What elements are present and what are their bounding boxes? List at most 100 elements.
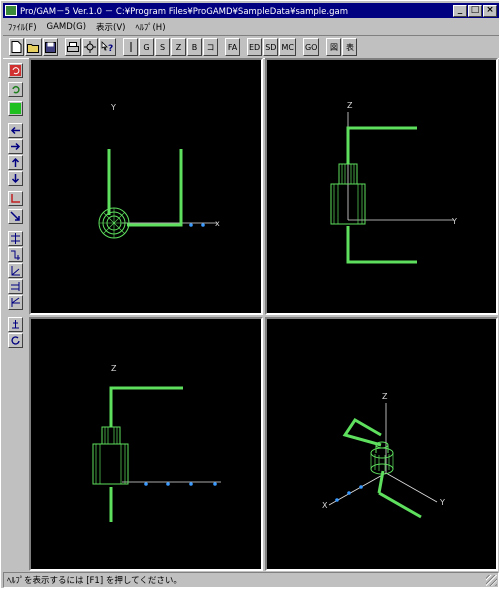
- anchor-tool-button[interactable]: [8, 317, 23, 332]
- menu-help[interactable]: ﾍﾙﾌﾟ(H): [130, 21, 170, 33]
- rotate-icon: [10, 65, 21, 76]
- node-marker: [201, 223, 205, 227]
- new-file-button[interactable]: [9, 38, 24, 56]
- z-axis-label: Z: [382, 392, 388, 401]
- ed-button[interactable]: ED: [247, 38, 263, 56]
- node-marker: [189, 223, 193, 227]
- reset-view-button[interactable]: [8, 333, 23, 348]
- corner-tool-button[interactable]: [8, 191, 23, 206]
- align-tool-2-button[interactable]: [8, 247, 23, 262]
- green-block-icon: [10, 103, 21, 114]
- node-marker: [359, 485, 363, 489]
- menu-gamd[interactable]: GAMD(G): [42, 22, 92, 32]
- mc-button[interactable]: MC: [279, 38, 296, 56]
- move-left-button[interactable]: [8, 123, 23, 138]
- z-button[interactable]: Z: [171, 38, 186, 56]
- pipe-lower: [346, 226, 417, 264]
- fa-button[interactable]: FA: [225, 38, 240, 56]
- y-axis-label: Y: [110, 103, 116, 112]
- node-marker: [189, 482, 193, 486]
- branch-tool-icon: [11, 297, 20, 307]
- align-tool-4-button[interactable]: [8, 279, 23, 294]
- help-button[interactable]: ?: [99, 38, 116, 56]
- pipe-upper: [342, 417, 382, 447]
- solid-view-button[interactable]: [8, 101, 23, 116]
- help-pointer-icon: ?: [101, 41, 113, 53]
- move-up-button[interactable]: [8, 155, 23, 170]
- z-axis-label: Z: [347, 101, 353, 110]
- maximize-button[interactable]: □: [468, 4, 482, 17]
- pipe-right-route: [127, 149, 183, 227]
- y-axis-label: Y: [439, 498, 445, 507]
- menu-bar: ﾌｧｲﾙ(F) GAMD(G) 表示(V) ﾍﾙﾌﾟ(H): [3, 19, 499, 34]
- y-axis-label: Y: [451, 217, 457, 226]
- isometric-view-canvas: Z X Y: [322, 392, 445, 519]
- print-button[interactable]: [65, 38, 81, 56]
- y-axis-line: [385, 472, 438, 503]
- diagonal-tool-button[interactable]: [8, 209, 23, 224]
- b-button[interactable]: B: [187, 38, 202, 56]
- node-marker: [335, 498, 339, 502]
- left-tool-column: [3, 61, 27, 569]
- menu-view[interactable]: 表示(V): [91, 21, 130, 33]
- toolbar: ? G S Z B コ FA ED SD MC GO 図 表: [3, 35, 499, 59]
- save-button[interactable]: [43, 38, 58, 56]
- x-axis-label: X: [322, 501, 328, 510]
- anchor-icon: [12, 320, 19, 329]
- arrow-up-icon: [11, 157, 20, 167]
- refresh-icon: [12, 85, 20, 94]
- title-bar[interactable]: Pro/GAM－5 Ver.1.0 － C:¥Program Files¥Pro…: [3, 3, 499, 18]
- resize-grip-icon[interactable]: [486, 575, 497, 586]
- x-axis-label: x: [215, 219, 220, 228]
- node-marker: [166, 482, 170, 486]
- valve-circle: [98, 207, 130, 239]
- pipe-lower: [377, 470, 422, 519]
- arrow-down-icon: [11, 174, 20, 184]
- figure-button[interactable]: 図: [326, 38, 342, 56]
- node-marker: [347, 491, 351, 495]
- viewport-top-left[interactable]: Y x: [29, 58, 263, 315]
- rotate-green-button[interactable]: [8, 82, 23, 97]
- minimize-button[interactable]: _: [453, 4, 467, 17]
- side-view-canvas: Z Y: [330, 101, 457, 264]
- arrow-diagonal-icon: [10, 211, 20, 221]
- sd-button[interactable]: SD: [263, 38, 279, 56]
- viewport-bottom-left[interactable]: Z: [29, 317, 263, 571]
- grid-tool-icon: [11, 233, 20, 244]
- node-marker: [213, 482, 217, 486]
- table-button[interactable]: 表: [342, 38, 358, 56]
- open-file-button[interactable]: [25, 38, 42, 56]
- close-button[interactable]: ×: [483, 4, 497, 17]
- app-icon[interactable]: [5, 5, 17, 16]
- front-view-canvas: Z: [92, 364, 221, 522]
- g-button[interactable]: G: [139, 38, 154, 56]
- align-tool-5-button[interactable]: [8, 295, 23, 310]
- new-file-icon: [11, 41, 22, 53]
- corner-icon: [11, 194, 20, 203]
- go-button[interactable]: GO: [302, 38, 320, 56]
- menu-file[interactable]: ﾌｧｲﾙ(F): [3, 21, 42, 33]
- s-button[interactable]: S: [155, 38, 170, 56]
- vertical-line-icon: [130, 42, 131, 52]
- settings-button[interactable]: [82, 38, 98, 56]
- valve-body: [370, 441, 394, 475]
- angle-tool-icon: [11, 266, 20, 276]
- move-down-button[interactable]: [8, 171, 23, 186]
- align-tool-1-button[interactable]: [8, 231, 23, 246]
- viewport-top-right[interactable]: Z Y: [265, 58, 498, 315]
- pipe-upper: [109, 386, 183, 427]
- rotate-red-button[interactable]: [8, 63, 23, 78]
- circle-arrow-icon: [11, 336, 20, 345]
- step-tool-icon: [11, 250, 20, 260]
- arrow-right-icon: [11, 142, 21, 151]
- status-text: ﾍﾙﾌﾟを表示するには [F1] を押してください。: [7, 576, 182, 586]
- move-right-button[interactable]: [8, 139, 23, 154]
- top-view-canvas: Y x: [98, 103, 220, 239]
- app-window: Pro/GAM－5 Ver.1.0 － C:¥Program Files¥Pro…: [0, 0, 500, 589]
- align-tool-3-button[interactable]: [8, 263, 23, 278]
- line-tool-button[interactable]: [123, 38, 138, 56]
- status-bar: ﾍﾙﾌﾟを表示するには [F1] を押してください。: [3, 572, 499, 588]
- tools-icon: [84, 41, 96, 53]
- viewport-bottom-right[interactable]: Z X Y: [265, 317, 498, 571]
- ko-button[interactable]: コ: [203, 38, 218, 56]
